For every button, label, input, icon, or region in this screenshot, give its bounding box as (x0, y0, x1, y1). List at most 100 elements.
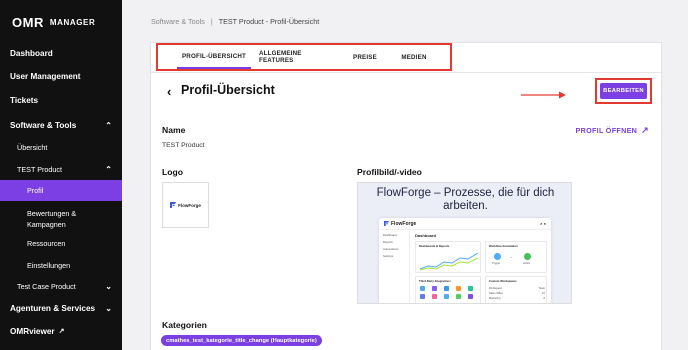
app-sidebar: Dashboard Reports Automations Settings (379, 230, 410, 303)
breadcrumb-parent[interactable]: Software & Tools (151, 17, 205, 26)
integration-icon (456, 286, 461, 291)
page-title: Profil-Übersicht (181, 83, 275, 97)
name-label: Name (162, 125, 186, 135)
integration-icon (432, 294, 437, 299)
flowforge-mark-icon (170, 202, 177, 208)
omr-manager-logo[interactable]: OMR MANAGER (12, 15, 95, 30)
integration-icon (432, 286, 437, 291)
integration-icon (420, 294, 425, 299)
sidebar-item-label: Dashboard (10, 48, 53, 58)
integration-icon (468, 294, 473, 299)
sidebar-item-label: Test Case Product (17, 281, 76, 291)
external-link-icon: ↗ (58, 328, 65, 335)
app-card-title: Workflow Automation (489, 244, 518, 248)
sidebar-item-dashboard[interactable]: Dashboard (0, 46, 122, 60)
sidebar-item-label: OMRviewer (10, 326, 55, 336)
category-chip[interactable]: cmathes_test_kategorie_title_change (Hau… (161, 335, 322, 346)
breadcrumb: Software & Tools | TEST Product - Profil… (151, 17, 319, 26)
chevron-up-icon: ⌃ (105, 120, 112, 130)
tab-medien[interactable]: MEDIEN (399, 45, 429, 69)
line-chart-icon (420, 252, 478, 271)
sidebar-item-test-product[interactable]: TEST Product ⌃ (0, 162, 122, 176)
sidebar-item-label: Kampagnen (27, 220, 66, 229)
app-nav-item: Dashboard (383, 233, 397, 237)
open-profile-label: PROFIL ÖFFNEN (575, 126, 638, 135)
integration-icon (456, 294, 461, 299)
sidebar-item-einstellungen[interactable]: Einstellungen (0, 258, 122, 272)
flowforge-logo-text: FlowForge (178, 202, 201, 208)
integration-icon (468, 286, 473, 291)
app-screenshot: FlowForge ⌕ ● Dashboard Reports Automati… (379, 218, 551, 303)
sidebar-item-bewertungen-kampagnen[interactable]: Bewertungen & Kampagnen (0, 207, 122, 231)
tabs-highlight-box: PROFIL-ÜBERSICHT ALLGEMEINE FEATURES PRE… (156, 43, 452, 71)
sidebar-item-label: Ressourcen (27, 238, 66, 248)
media-label: Profilbild/-video (357, 167, 422, 177)
chevron-down-icon: ⌄ (105, 281, 112, 291)
action-node-icon (524, 253, 531, 260)
tabs-divider (151, 72, 661, 73)
workspace-count: 8 (543, 297, 545, 300)
edit-button[interactable]: BEARBEITEN (600, 83, 647, 99)
trigger-node-icon (494, 253, 501, 260)
sidebar-item-label: Übersicht (17, 142, 48, 152)
flow-arrow-icon: → (509, 254, 513, 259)
sidebar-item-software-tools[interactable]: Software & Tools ⌃ (0, 118, 122, 132)
back-chevron-icon[interactable]: ‹ (167, 84, 171, 99)
main-content: Software & Tools | TEST Product - Profil… (122, 0, 688, 350)
sidebar-item-label: Einstellungen (27, 260, 71, 270)
tab-allgemeine-features[interactable]: ALLGEMEINE FEATURES (259, 45, 331, 69)
integration-icons (420, 286, 477, 299)
profile-panel: PROFIL-ÜBERSICHT ALLGEMEINE FEATURES PRE… (150, 42, 662, 350)
app-nav-item: Reports (383, 240, 393, 244)
sidebar-item-tickets[interactable]: Tickets (0, 93, 122, 107)
sidebar-item-label: Tickets (10, 95, 39, 105)
sidebar: OMR MANAGER Dashboard User Management Ti… (0, 0, 122, 350)
breadcrumb-separator: | (210, 17, 213, 26)
arrow-up-right-icon: ↗ (641, 125, 649, 135)
media-headline-line: FlowForge – Prozesse, die für dich (376, 187, 555, 199)
app-card-reports: Dashboards & Reports (415, 241, 481, 273)
app-page-title: Dashboard (415, 233, 436, 238)
flow-node-label: Trigger (492, 262, 501, 265)
tab-preise[interactable]: PREISE (351, 45, 379, 69)
app-card-title: Third-Party Integrations (419, 279, 451, 283)
flow-node-label: Action (523, 262, 531, 265)
app-card-title: Custom Workspaces (489, 279, 517, 283)
tab-profil-uebersicht[interactable]: PROFIL-ÜBERSICHT (177, 45, 251, 69)
name-value: TEST Product (162, 142, 205, 149)
chevron-up-icon: ⌃ (105, 164, 112, 174)
integration-icon (420, 286, 425, 291)
flowforge-mark-icon (384, 221, 389, 226)
open-profile-link[interactable]: PROFIL ÖFFNEN ↗ (575, 125, 649, 136)
workspace-name: Marketing (489, 297, 501, 300)
logo-brand: OMR (12, 15, 44, 30)
sidebar-item-profil[interactable]: Profil (0, 180, 122, 201)
sidebar-item-user-management[interactable]: User Management (0, 69, 122, 83)
sidebar-item-omrviewer[interactable]: OMRviewer ↗ (0, 324, 122, 338)
workspace-list: Workspace Team Sales Office 10 Marketing 8 (489, 286, 545, 301)
categories-label: Kategorien (162, 320, 207, 330)
edit-highlight-box: BEARBEITEN (595, 78, 652, 104)
integration-icon (444, 294, 449, 299)
sidebar-item-label: Agenturen & Services (10, 303, 96, 313)
app-nav-item: Settings (383, 254, 394, 258)
sidebar-item-label: TEST Product (17, 164, 63, 174)
sidebar-item-label: User Management (10, 71, 81, 81)
annotation-arrow-icon (521, 91, 566, 99)
logo-label: Logo (162, 167, 183, 177)
sidebar-item-test-case-product[interactable]: Test Case Product ⌄ (0, 279, 122, 293)
app-nav-item: Automations (383, 247, 399, 251)
sidebar-item-uebersicht[interactable]: Übersicht (0, 140, 122, 154)
chevron-down-icon: ⌄ (105, 303, 112, 313)
sidebar-item-agenturen-services[interactable]: Agenturen & Services ⌄ (0, 301, 122, 315)
sidebar-item-ressourcen[interactable]: Ressourcen (0, 236, 122, 250)
app-header: FlowForge ⌕ ● (379, 218, 551, 230)
app-card-title: Dashboards & Reports (419, 244, 450, 248)
sidebar-item-label: Bewertungen & (27, 209, 77, 218)
app-card-workspaces: Custom Workspaces Workspace Team Sales Of… (485, 276, 547, 303)
app-card-integrations: Third-Party Integrations (415, 276, 481, 303)
sidebar-item-label: Profil (27, 186, 44, 195)
media-headline-line: arbeiten. (443, 200, 488, 212)
search-user-icons: ⌕ ● (540, 221, 546, 226)
profile-media-image[interactable]: FlowForge – Prozesse, die für dich arbei… (357, 182, 572, 304)
